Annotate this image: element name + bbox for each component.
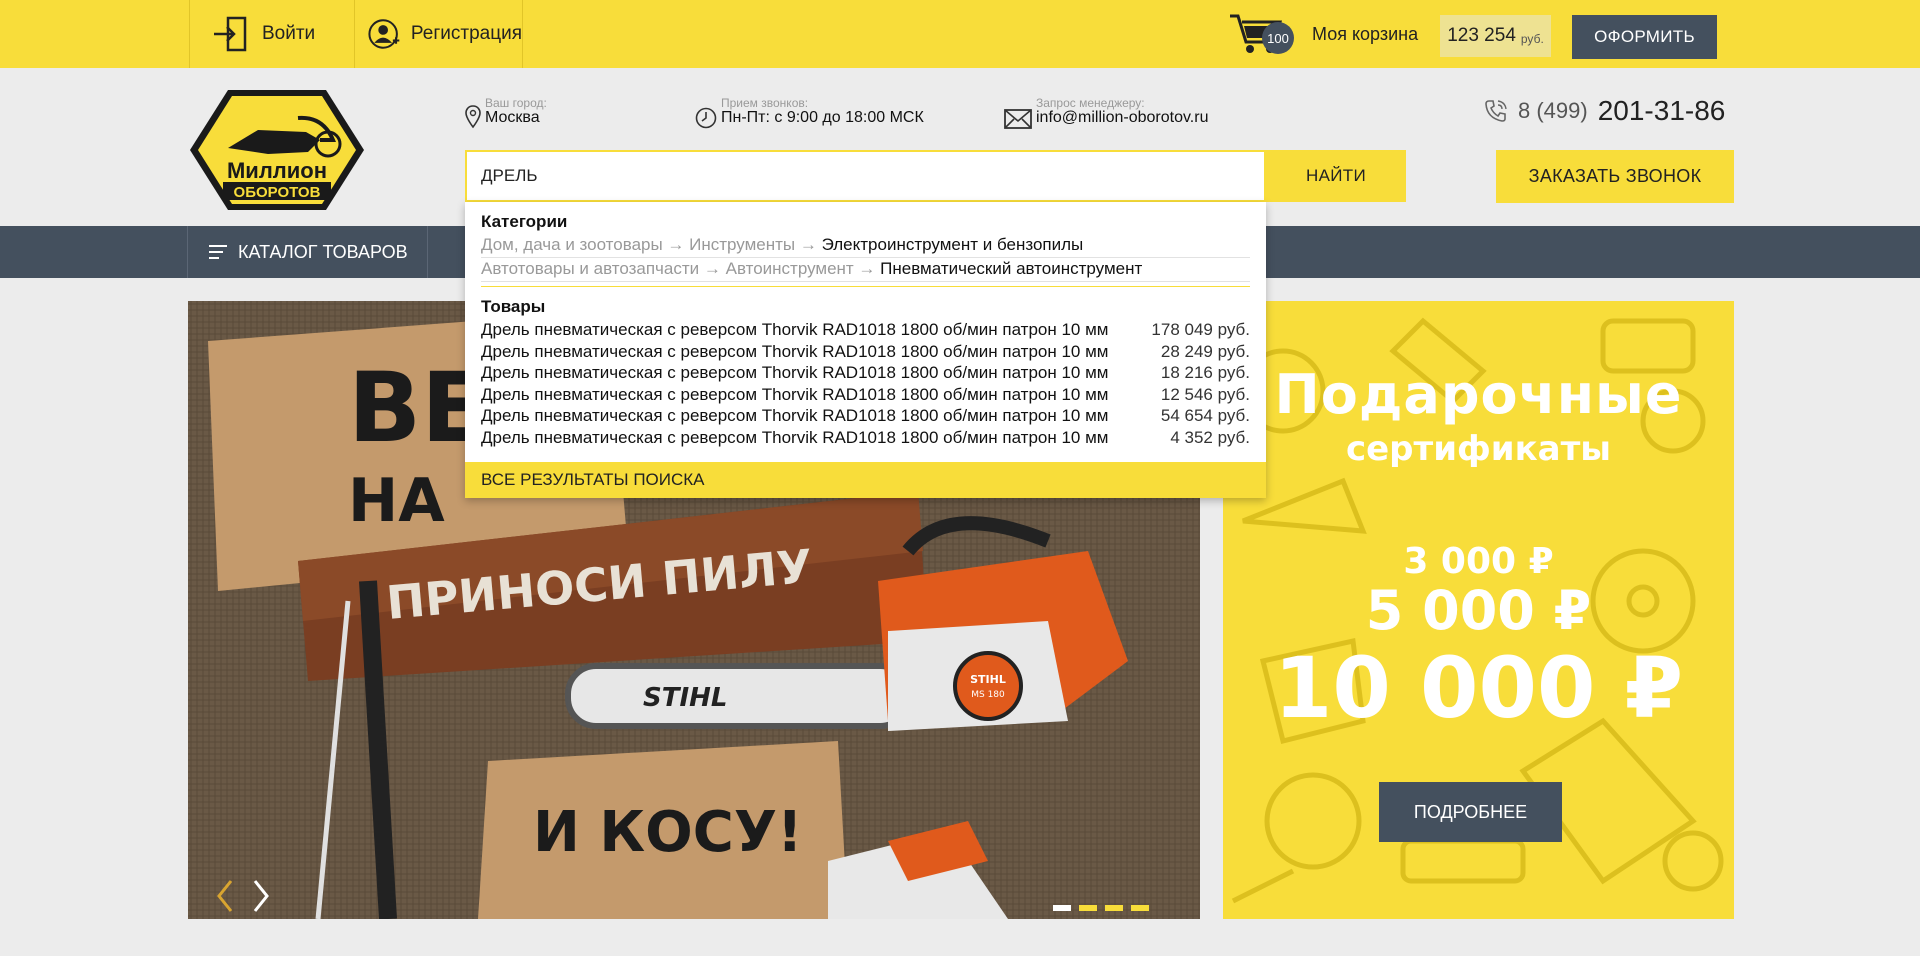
- product-suggestion[interactable]: Дрель пневматическая с реверсом Thorvik …: [481, 341, 1250, 363]
- product-suggestion[interactable]: Дрель пневматическая с реверсом Thorvik …: [481, 384, 1250, 406]
- catalog-button[interactable]: КАТАЛОГ ТОВАРОВ: [187, 226, 428, 278]
- slider-next-arrow-icon[interactable]: [251, 879, 271, 913]
- slider-dot-3[interactable]: [1105, 905, 1123, 911]
- product-name: Дрель пневматическая с реверсом Thorvik …: [481, 341, 1109, 361]
- banner-brand: STIHL: [643, 683, 727, 713]
- divider: [481, 286, 1250, 287]
- phone-code: 8 (499): [1518, 98, 1588, 123]
- site-logo[interactable]: Миллион ОБОРОТОВ: [188, 88, 366, 212]
- search-field[interactable]: [465, 150, 1266, 202]
- product-price: 18 216 руб.: [1160, 363, 1250, 383]
- gift-amount-medium: 5 000 ₽: [1365, 579, 1592, 642]
- product-price: 178 049 руб.: [1151, 320, 1250, 339]
- logo-line1: Миллион: [227, 158, 327, 183]
- gift-subtitle: сертификаты: [1345, 429, 1612, 469]
- catalog-label: КАТАЛОГ ТОВАРОВ: [238, 241, 408, 262]
- banner-brand-badge: STIHL: [970, 673, 1006, 686]
- checkout-button[interactable]: ОФОРМИТЬ: [1572, 15, 1717, 59]
- user-add-icon: [368, 19, 400, 49]
- category-name: Пневматический автоинструмент: [880, 259, 1143, 278]
- cart-count-badge: 100: [1262, 22, 1294, 54]
- gift-certificates-banner[interactable]: Подарочные сертификаты 3 000 ₽ 5 000 ₽ 1…: [1223, 301, 1734, 919]
- gift-amount-large: 10 000 ₽: [1273, 639, 1684, 737]
- register-label: Регистрация: [410, 23, 522, 44]
- city-info[interactable]: Ваш город: Москва: [465, 97, 547, 129]
- product-name: Дрель пневматическая с реверсом Thorvik …: [481, 320, 1109, 339]
- product-price: 4 352 руб.: [1170, 427, 1250, 447]
- email-label: Запрос менеджеру:: [1036, 96, 1145, 110]
- product-suggestion[interactable]: Дрель пневматическая с реверсом Thorvik …: [481, 427, 1250, 449]
- cart-total-currency: руб.: [1520, 32, 1544, 46]
- product-name: Дрель пневматическая с реверсом Thorvik …: [481, 406, 1109, 426]
- clock-icon: [695, 107, 717, 129]
- all-search-results-link[interactable]: ВСЕ РЕЗУЛЬТАТЫ ПОИСКА: [465, 462, 1266, 498]
- search-button[interactable]: НАЙТИ: [1266, 150, 1406, 202]
- slider-dots: [1053, 905, 1149, 911]
- gift-amount-small: 3 000 ₽: [1403, 541, 1554, 582]
- hours-value: Пн-Пт: с 9:00 до 18:00 МСК: [721, 109, 924, 126]
- product-name: Дрель пневматическая с реверсом Thorvik …: [481, 384, 1109, 404]
- location-pin-icon: [465, 105, 481, 129]
- slider-dot-2[interactable]: [1079, 905, 1097, 911]
- products-heading: Товары: [481, 297, 546, 316]
- email-value[interactable]: info@million-oborotov.ru: [1036, 109, 1208, 127]
- gift-title: Подарочные: [1274, 363, 1683, 426]
- category-path: Автотовары и автозапчасти → Автоинструме…: [481, 259, 881, 278]
- product-name: Дрель пневматическая с реверсом Thorvik …: [481, 427, 1109, 447]
- cart-total: 123 254 руб.: [1440, 15, 1551, 57]
- banner-model: MS 180: [971, 690, 1005, 700]
- category-suggestion[interactable]: Дом, дача и зоотовары → Инструменты → Эл…: [481, 234, 1250, 258]
- city-label: Ваш город:: [485, 96, 547, 110]
- hours-label: Прием звонков:: [721, 96, 809, 110]
- login-icon: [214, 16, 247, 52]
- cart-label[interactable]: Моя корзина: [1312, 24, 1418, 45]
- menu-icon: [209, 245, 227, 259]
- product-suggestion[interactable]: Дрель пневматическая с реверсом Thorvik …: [481, 319, 1250, 341]
- phone-icon: [1485, 100, 1507, 122]
- banner-text-mid: НА: [348, 466, 445, 536]
- gift-details-button[interactable]: ПОДРОБНЕЕ: [1379, 782, 1562, 842]
- phone-number: 201-31-86: [1597, 95, 1726, 126]
- logo-line2: ОБОРОТОВ: [234, 184, 321, 201]
- category-suggestion[interactable]: Автотовары и автозапчасти → Автоинструме…: [481, 258, 1250, 282]
- slider-prev-arrow-icon[interactable]: [215, 879, 235, 913]
- product-price: 54 654 руб.: [1160, 406, 1250, 426]
- category-path: Дом, дача и зоотовары → Инструменты →: [481, 235, 822, 254]
- categories-heading: Категории: [481, 212, 568, 231]
- email-info[interactable]: Запрос менеджеру: info@million-oborotov.…: [1004, 97, 1208, 129]
- cart-total-amount: 123 254: [1447, 25, 1516, 46]
- banner-text-scythe: И КОСУ!: [533, 800, 803, 865]
- search-input[interactable]: [481, 166, 1250, 186]
- search-suggestions-dropdown: Категории Дом, дача и зоотовары → Инстру…: [465, 202, 1266, 498]
- phone-block[interactable]: 8 (499) 201-31-86: [1484, 95, 1725, 127]
- city-value: Москва: [485, 109, 540, 126]
- register-button[interactable]: Регистрация: [355, 0, 523, 68]
- product-suggestion[interactable]: Дрель пневматическая с реверсом Thorvik …: [481, 405, 1250, 427]
- slider-dot-1[interactable]: [1053, 905, 1071, 911]
- slider-dot-4[interactable]: [1131, 905, 1149, 911]
- product-name: Дрель пневматическая с реверсом Thorvik …: [481, 363, 1109, 383]
- product-suggestion[interactable]: Дрель пневматическая с реверсом Thorvik …: [481, 362, 1250, 384]
- category-name: Электроинструмент и бензопилы: [821, 235, 1084, 254]
- hours-info: Прием звонков: Пн-Пт: с 9:00 до 18:00 МС…: [695, 97, 924, 129]
- product-price: 28 249 руб.: [1160, 341, 1250, 361]
- mail-icon: [1004, 109, 1032, 129]
- login-label: Войти: [262, 23, 316, 44]
- product-price: 12 546 руб.: [1160, 384, 1250, 404]
- callback-button[interactable]: ЗАКАЗАТЬ ЗВОНОК: [1496, 150, 1734, 203]
- login-button[interactable]: Войти: [189, 0, 355, 68]
